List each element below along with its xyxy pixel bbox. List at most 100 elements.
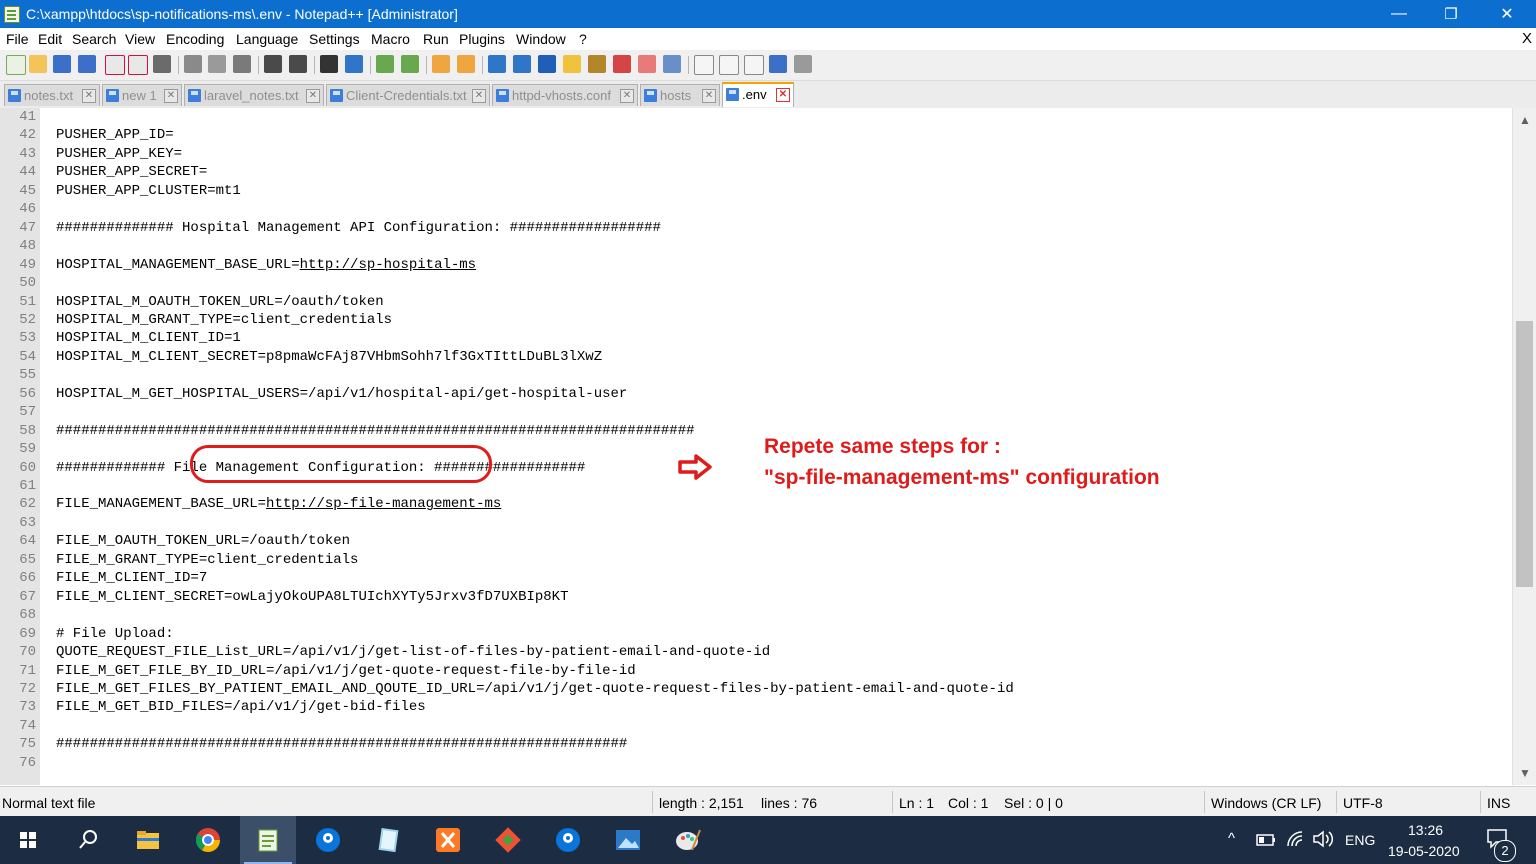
scrollbar-thumb[interactable] (1516, 320, 1533, 587)
language-indicator[interactable]: ENG (1345, 832, 1375, 848)
tab-httpd-vhosts[interactable]: httpd-vhosts.conf ✕ (492, 84, 638, 106)
menu-language[interactable]: Language (236, 31, 298, 47)
open-file-icon[interactable] (29, 55, 47, 73)
tab-env[interactable]: .env ✕ (722, 82, 794, 107)
save-macro-icon[interactable] (794, 55, 812, 73)
menu-plugins[interactable]: Plugins (459, 31, 505, 47)
sync-vertical-icon[interactable] (432, 55, 450, 73)
code-line[interactable]: FILE_M_CLIENT_SECRET=owLajyOkoUPA8LTUIch… (56, 589, 568, 605)
tab-close-icon[interactable]: ✕ (306, 89, 320, 103)
maximize-button[interactable]: ❐ (1428, 0, 1474, 28)
scroll-down-arrow-icon[interactable]: ▼ (1513, 763, 1536, 783)
code-line[interactable]: HOSPITAL_MANAGEMENT_BASE_URL=http://sp-h… (56, 257, 476, 273)
tab-close-icon[interactable]: ✕ (82, 89, 96, 103)
paste-icon[interactable] (233, 55, 251, 73)
close-document-button[interactable]: X (1522, 30, 1532, 47)
folder-as-workspace-icon[interactable] (638, 55, 656, 73)
tab-notes-txt[interactable]: notes.txt ✕ (4, 84, 100, 106)
code-line[interactable]: QUOTE_REQUEST_FILE_List_URL=/api/v1/j/ge… (56, 644, 770, 660)
code-line[interactable]: HOSPITAL_M_GET_HOSPITAL_USERS=/api/v1/ho… (56, 386, 627, 402)
scroll-up-arrow-icon[interactable]: ▲ (1513, 110, 1536, 130)
code-line[interactable]: ########################################… (56, 736, 627, 752)
start-icon[interactable] (12, 824, 44, 856)
menu-help[interactable]: ? (579, 31, 587, 47)
photos-icon[interactable] (612, 824, 644, 856)
code-line[interactable]: FILE_M_OAUTH_TOKEN_URL=/oauth/token (56, 533, 350, 549)
close-all-icon[interactable] (128, 55, 148, 75)
menu-encoding[interactable]: Encoding (166, 31, 224, 47)
close-file-icon[interactable] (105, 55, 125, 75)
zoom-out-icon[interactable] (401, 55, 419, 73)
tray-overflow-chevron[interactable]: ^ (1228, 830, 1235, 847)
tab-hosts[interactable]: hosts ✕ (640, 84, 720, 106)
new-file-icon[interactable] (6, 55, 26, 75)
code-line[interactable]: PUSHER_APP_KEY= (56, 146, 182, 162)
indent-guide-icon[interactable] (538, 55, 556, 73)
save-all-icon[interactable] (78, 55, 96, 73)
tab-client-credentials[interactable]: Client-Credentials.txt ✕ (326, 84, 490, 106)
show-all-characters-icon[interactable] (513, 55, 531, 73)
code-line[interactable]: FILE_M_GRANT_TYPE=client_credentials (56, 552, 358, 568)
tab-laravel-notes[interactable]: laravel_notes.txt ✕ (184, 84, 324, 106)
menu-view[interactable]: View (125, 31, 155, 47)
menu-run[interactable]: Run (423, 31, 449, 47)
code-url-link[interactable]: http://sp-file-management-ms (266, 496, 501, 512)
copy-icon[interactable] (208, 55, 226, 73)
monitoring-icon[interactable] (663, 55, 681, 73)
xampp-icon[interactable] (432, 824, 464, 856)
tab-new-1[interactable]: new 1 ✕ (102, 84, 182, 106)
chrome-icon[interactable] (192, 824, 224, 856)
notepadpp-taskbar-button[interactable] (240, 816, 296, 864)
menu-window[interactable]: Window (516, 31, 566, 47)
code-line[interactable]: PUSHER_APP_SECRET= (56, 164, 207, 180)
paint-icon[interactable] (672, 824, 704, 856)
code-line[interactable]: FILE_M_GET_BID_FILES=/api/v1/j/get-bid-f… (56, 699, 426, 715)
maps-pin-icon-2[interactable] (552, 824, 584, 856)
menu-file[interactable]: File (6, 31, 29, 47)
redo-icon[interactable] (289, 55, 307, 73)
vertical-scrollbar[interactable]: ▲ ▼ (1512, 108, 1536, 785)
print-icon[interactable] (153, 55, 171, 73)
code-line[interactable]: HOSPITAL_M_OAUTH_TOKEN_URL=/oauth/token (56, 294, 384, 310)
code-line[interactable]: PUSHER_APP_CLUSTER=mt1 (56, 183, 241, 199)
search-icon[interactable] (72, 824, 104, 856)
notepadpp-app-icon[interactable] (4, 6, 20, 23)
lang-udl-icon[interactable] (563, 55, 581, 73)
code-line[interactable]: ############## Hospital Management API C… (56, 220, 661, 236)
code-line[interactable]: FILE_M_GET_FILE_BY_ID_URL=/api/v1/j/get-… (56, 663, 636, 679)
file-explorer-icon[interactable] (132, 824, 164, 856)
clock-time[interactable]: 13:26 (1408, 822, 1443, 838)
close-window-button[interactable]: ✕ (1484, 0, 1530, 28)
save-icon[interactable] (53, 55, 71, 73)
code-line[interactable]: # File Upload: (56, 626, 174, 642)
notepad-icon[interactable] (372, 824, 404, 856)
code-line[interactable]: PUSHER_APP_ID= (56, 127, 174, 143)
stop-macro-icon[interactable] (719, 55, 739, 75)
replace-icon[interactable] (345, 55, 363, 73)
play-macro-icon[interactable] (744, 55, 764, 75)
doc-map-icon[interactable] (588, 55, 606, 73)
tab-close-icon[interactable]: ✕ (776, 88, 790, 102)
git-icon[interactable] (492, 824, 524, 856)
status-encoding[interactable]: UTF-8 (1343, 795, 1383, 811)
status-insert-mode[interactable]: INS (1487, 795, 1510, 811)
battery-icon[interactable] (1256, 833, 1276, 847)
sync-horizontal-icon[interactable] (457, 55, 475, 73)
record-macro-icon[interactable] (694, 55, 714, 75)
menu-macro[interactable]: Macro (371, 31, 410, 47)
tab-close-icon[interactable]: ✕ (472, 89, 486, 103)
code-url-link[interactable]: http://sp-hospital-ms (300, 257, 476, 273)
menu-edit[interactable]: Edit (38, 31, 62, 47)
undo-icon[interactable] (264, 55, 282, 73)
menu-search[interactable]: Search (72, 31, 116, 47)
volume-icon[interactable] (1312, 830, 1334, 848)
function-list-icon[interactable] (613, 55, 631, 73)
word-wrap-icon[interactable] (488, 55, 506, 73)
code-line[interactable]: HOSPITAL_M_CLIENT_SECRET=p8pmaWcFAj87VHb… (56, 349, 602, 365)
cut-icon[interactable] (184, 55, 202, 73)
code-line[interactable]: FILE_MANAGEMENT_BASE_URL=http://sp-file-… (56, 496, 501, 512)
minimize-button[interactable]: — (1376, 0, 1422, 28)
maps-pin-icon[interactable] (312, 824, 344, 856)
find-icon[interactable] (320, 55, 338, 73)
run-macro-multiple-icon[interactable] (769, 55, 787, 73)
